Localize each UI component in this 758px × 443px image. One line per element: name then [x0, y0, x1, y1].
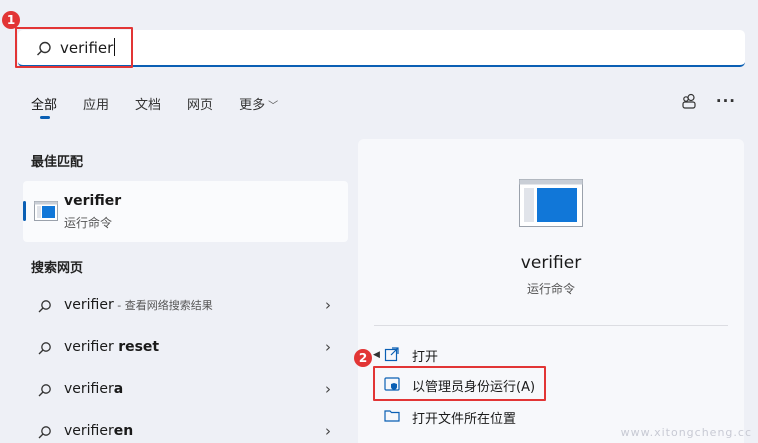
open-icon: [384, 347, 399, 362]
web-result-item[interactable]: verifieren ›: [33, 418, 343, 443]
best-match-card[interactable]: verifier 运行命令: [23, 181, 348, 242]
web-result-bold: a: [113, 381, 124, 397]
share-icon[interactable]: [681, 93, 698, 110]
detail-app-type: 运行命令: [526, 282, 575, 296]
command-app-icon: [34, 201, 58, 221]
tab-all[interactable]: 全部: [31, 94, 57, 119]
chevron-right-icon: ›: [325, 422, 331, 440]
tab-more-label: 更多: [239, 98, 266, 113]
ellipsis-icon[interactable]: ···: [716, 92, 736, 110]
divider: [374, 325, 728, 326]
web-result-text: verifier: [64, 339, 119, 355]
annotation-badge-2: 2: [354, 349, 372, 367]
chevron-right-icon: ›: [325, 338, 331, 356]
web-result-bold: en: [113, 423, 134, 439]
tab-apps[interactable]: 应用: [83, 94, 109, 118]
open-file-location-label: 打开文件所在位置: [412, 412, 517, 427]
web-result-desc: - 查看网络搜索结果: [113, 299, 213, 312]
chevron-right-icon: ›: [325, 296, 331, 314]
chevron-right-icon: ›: [325, 380, 331, 398]
web-result-text: verifier: [64, 297, 114, 313]
search-icon: [38, 300, 51, 313]
tab-documents[interactable]: 文档: [135, 94, 161, 118]
selection-indicator: [23, 201, 26, 221]
header-actions: ···: [681, 92, 736, 110]
web-search-title: 搜索网页: [31, 261, 84, 276]
tab-more[interactable]: 更多 ﹀: [239, 94, 278, 118]
search-icon: [38, 384, 51, 397]
detail-app-name: verifier: [520, 253, 582, 273]
search-icon: [38, 342, 51, 355]
web-result-bold: reset: [118, 339, 160, 355]
web-result-item[interactable]: verifier - 查看网络搜索结果 ›: [33, 292, 343, 322]
best-match-title: 最佳匹配: [31, 155, 84, 170]
annotation-box-1: [15, 27, 133, 68]
folder-icon: [384, 410, 400, 422]
best-match-name: verifier: [64, 193, 122, 209]
filter-tabs: 全部 应用 文档 网页 更多 ﹀: [31, 94, 278, 119]
annotation-badge-1: 1: [2, 11, 20, 29]
annotation-box-2: [373, 366, 546, 401]
chevron-down-icon: ﹀: [268, 101, 279, 112]
open-action-label: 打开: [412, 350, 439, 365]
best-match-type: 运行命令: [64, 216, 113, 230]
tab-web[interactable]: 网页: [187, 94, 213, 118]
command-app-icon: [519, 179, 583, 227]
web-result-text: verifier: [64, 381, 114, 397]
search-icon: [38, 426, 51, 439]
web-result-item[interactable]: verifier reset ›: [33, 334, 343, 364]
pointer-arrow-icon: ◀: [373, 350, 380, 360]
web-result-text: verifier: [64, 423, 114, 439]
watermark: www.xitongcheng.cc: [620, 426, 752, 439]
web-result-item[interactable]: verifiera ›: [33, 376, 343, 406]
